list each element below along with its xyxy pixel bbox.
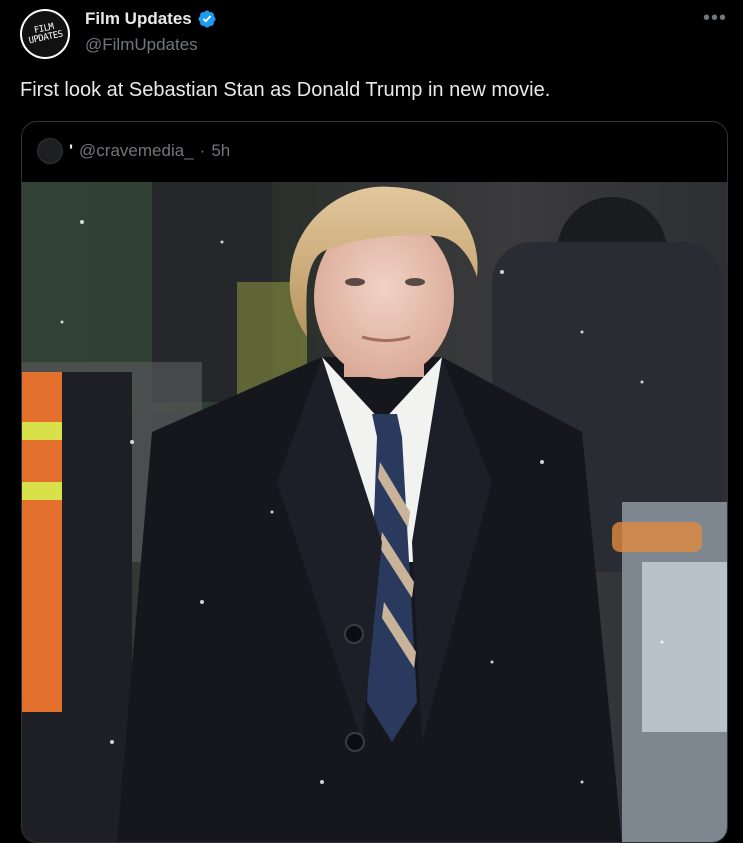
author-avatar[interactable]: FILM UPDATES (20, 9, 70, 59)
quoted-timestamp[interactable]: 5h (211, 141, 230, 161)
quoted-separator: · (199, 141, 206, 160)
author-name-row: Film Updates (85, 9, 217, 29)
quoted-tweet-header: ' @cravemedia_ · 5h (37, 138, 230, 164)
tweet-text: First look at Sebastian Stan as Donald T… (20, 79, 551, 101)
author-handle[interactable]: @FilmUpdates (85, 35, 198, 55)
tweet-photo[interactable] (22, 182, 727, 842)
avatar-logo-line2: UPDATES (27, 29, 64, 47)
quoted-author-avatar[interactable] (37, 138, 63, 164)
quoted-author-name[interactable]: ' (69, 141, 73, 161)
author-display-name[interactable]: Film Updates (85, 9, 192, 29)
verified-badge-icon (198, 10, 216, 28)
quoted-author-handle[interactable]: @cravemedia_ (79, 141, 194, 161)
more-options-icon[interactable]: ••• (703, 8, 727, 28)
avatar-logo: FILM UPDATES (20, 9, 70, 59)
quoted-tweet[interactable]: ' @cravemedia_ · 5h (21, 121, 728, 843)
